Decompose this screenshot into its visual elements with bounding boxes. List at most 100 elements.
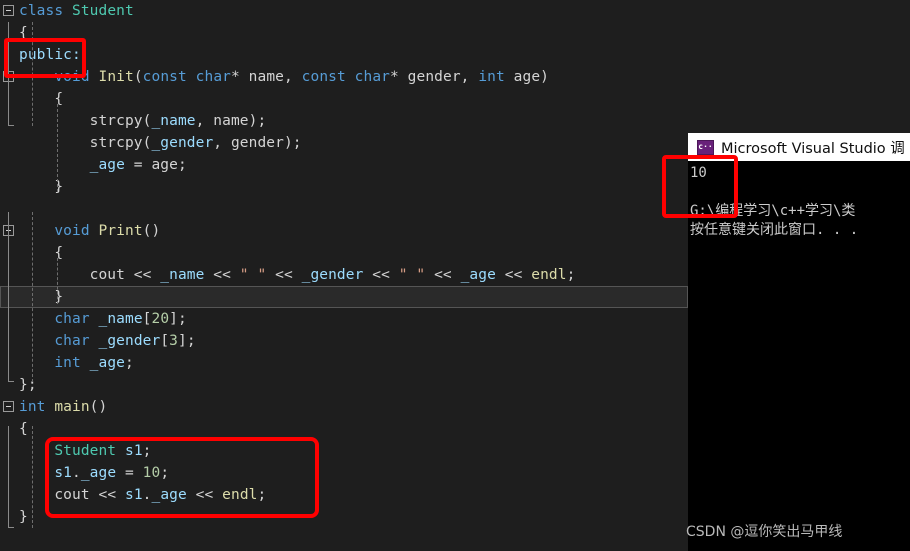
code-token: << (186, 487, 223, 503)
code-line[interactable]: } (0, 176, 688, 198)
code-token: _name (160, 267, 205, 283)
code-token: << (124, 267, 161, 283)
code-line[interactable]: char _name[20]; (0, 308, 688, 330)
code-line[interactable]: { (0, 88, 688, 110)
console-titlebar[interactable]: c·· Microsoft Visual Studio 调 (688, 133, 910, 161)
console-window[interactable]: c·· Microsoft Visual Studio 调 10 G:\编程学习… (688, 133, 910, 551)
indent-guide-2 (32, 212, 33, 382)
indent-guide-5 (32, 426, 33, 528)
code-line-text: char _name[20]; (19, 308, 187, 330)
code-token: ]; (169, 311, 187, 327)
scope-bar-main (8, 426, 14, 528)
code-line[interactable]: cout << s1._age << endl; (0, 484, 688, 506)
indent-guide-1 (32, 22, 33, 126)
code-token: * (231, 69, 249, 85)
code-token: { (19, 25, 28, 41)
code-token: age (151, 157, 178, 173)
csdn-watermark: CSDN @逗你笑出马甲线 (686, 524, 843, 540)
screenshot-root: class Student { public: void Init(const ch… (0, 0, 910, 551)
code-token: () (142, 223, 161, 239)
fold-collapse-icon[interactable] (3, 401, 14, 412)
code-token: _age (89, 157, 125, 173)
code-line[interactable]: int main() (0, 396, 688, 418)
scope-bar-class-top (8, 22, 14, 126)
console-output-area[interactable]: 10 G:\编程学习\c++学习\类 按任意键关闭此窗口. . . (688, 161, 910, 240)
code-line[interactable]: { (0, 242, 688, 264)
code-line[interactable]: strcpy(_name, name); (0, 110, 688, 132)
code-token: = (124, 157, 152, 173)
indent-guide-3 (57, 104, 58, 192)
code-token: , (213, 135, 231, 151)
code-token: " " (239, 267, 267, 283)
code-line-text: Student s1; (19, 440, 152, 462)
code-line-text: char _gender[3]; (19, 330, 196, 352)
code-token: 10 (142, 465, 161, 481)
code-token: ( (133, 69, 143, 85)
code-line[interactable]: }; (0, 374, 688, 396)
code-line[interactable]: } (0, 506, 688, 528)
code-token: _gender (301, 267, 364, 283)
code-line[interactable]: _age = age; (0, 154, 688, 176)
code-token: s1 (54, 465, 72, 481)
code-line-text: _age = age; (19, 154, 187, 176)
code-token: ; (177, 157, 187, 173)
code-token: void (54, 69, 90, 85)
code-token: _age (89, 355, 125, 371)
code-line-text: strcpy(_gender, gender); (19, 132, 302, 154)
code-token: _gender (151, 135, 214, 151)
code-line[interactable]: char _gender[3]; (0, 330, 688, 352)
code-token: _age (80, 465, 117, 481)
code-token: << (266, 267, 302, 283)
code-token: s1 (124, 443, 143, 459)
code-line[interactable]: { (0, 22, 688, 44)
console-output-value: 10 (690, 165, 707, 181)
code-token: gender (230, 135, 284, 151)
code-token: cout (89, 267, 125, 283)
code-token: () (89, 399, 108, 415)
code-line[interactable]: class Student (0, 0, 688, 22)
code-token: , (460, 69, 479, 85)
code-line[interactable]: { (0, 418, 688, 440)
code-lines[interactable]: class Student { public: void Init(const ch… (0, 0, 688, 528)
code-token: const (142, 69, 187, 85)
code-line[interactable]: cout << _name << " " << _gender << " " <… (0, 264, 688, 286)
code-token: ; (142, 443, 152, 459)
code-token: , (195, 113, 214, 129)
code-line-text: int _age; (19, 352, 134, 374)
code-line[interactable]: void Init(const char* name, const char* … (0, 66, 688, 88)
code-token: 3 (169, 333, 178, 349)
fold-collapse-icon[interactable] (3, 5, 14, 16)
code-token: Student (54, 443, 117, 459)
code-line-text: }; (19, 374, 37, 396)
code-token: { (19, 421, 28, 437)
code-line[interactable] (0, 198, 688, 220)
console-icon-glyph: c·· (698, 142, 713, 151)
code-token: ; (160, 465, 170, 481)
code-line[interactable]: int _age; (0, 352, 688, 374)
code-line-text: { (19, 418, 28, 440)
code-line-text: { (19, 22, 28, 44)
code-token: ; (125, 355, 134, 371)
code-token: [ (160, 333, 170, 349)
code-editor[interactable]: class Student { public: void Init(const ch… (0, 0, 688, 551)
code-token: ); (248, 113, 267, 129)
code-line[interactable]: public: (0, 44, 688, 66)
code-line[interactable]: void Print() (0, 220, 688, 242)
code-token: int (478, 69, 505, 85)
code-token: public: (19, 47, 81, 63)
code-token: char (54, 333, 90, 349)
code-line[interactable]: Student s1; (0, 440, 688, 462)
code-line[interactable]: } (0, 286, 688, 308)
code-line[interactable]: s1._age = 10; (0, 462, 688, 484)
code-line[interactable]: strcpy(_gender, gender); (0, 132, 688, 154)
